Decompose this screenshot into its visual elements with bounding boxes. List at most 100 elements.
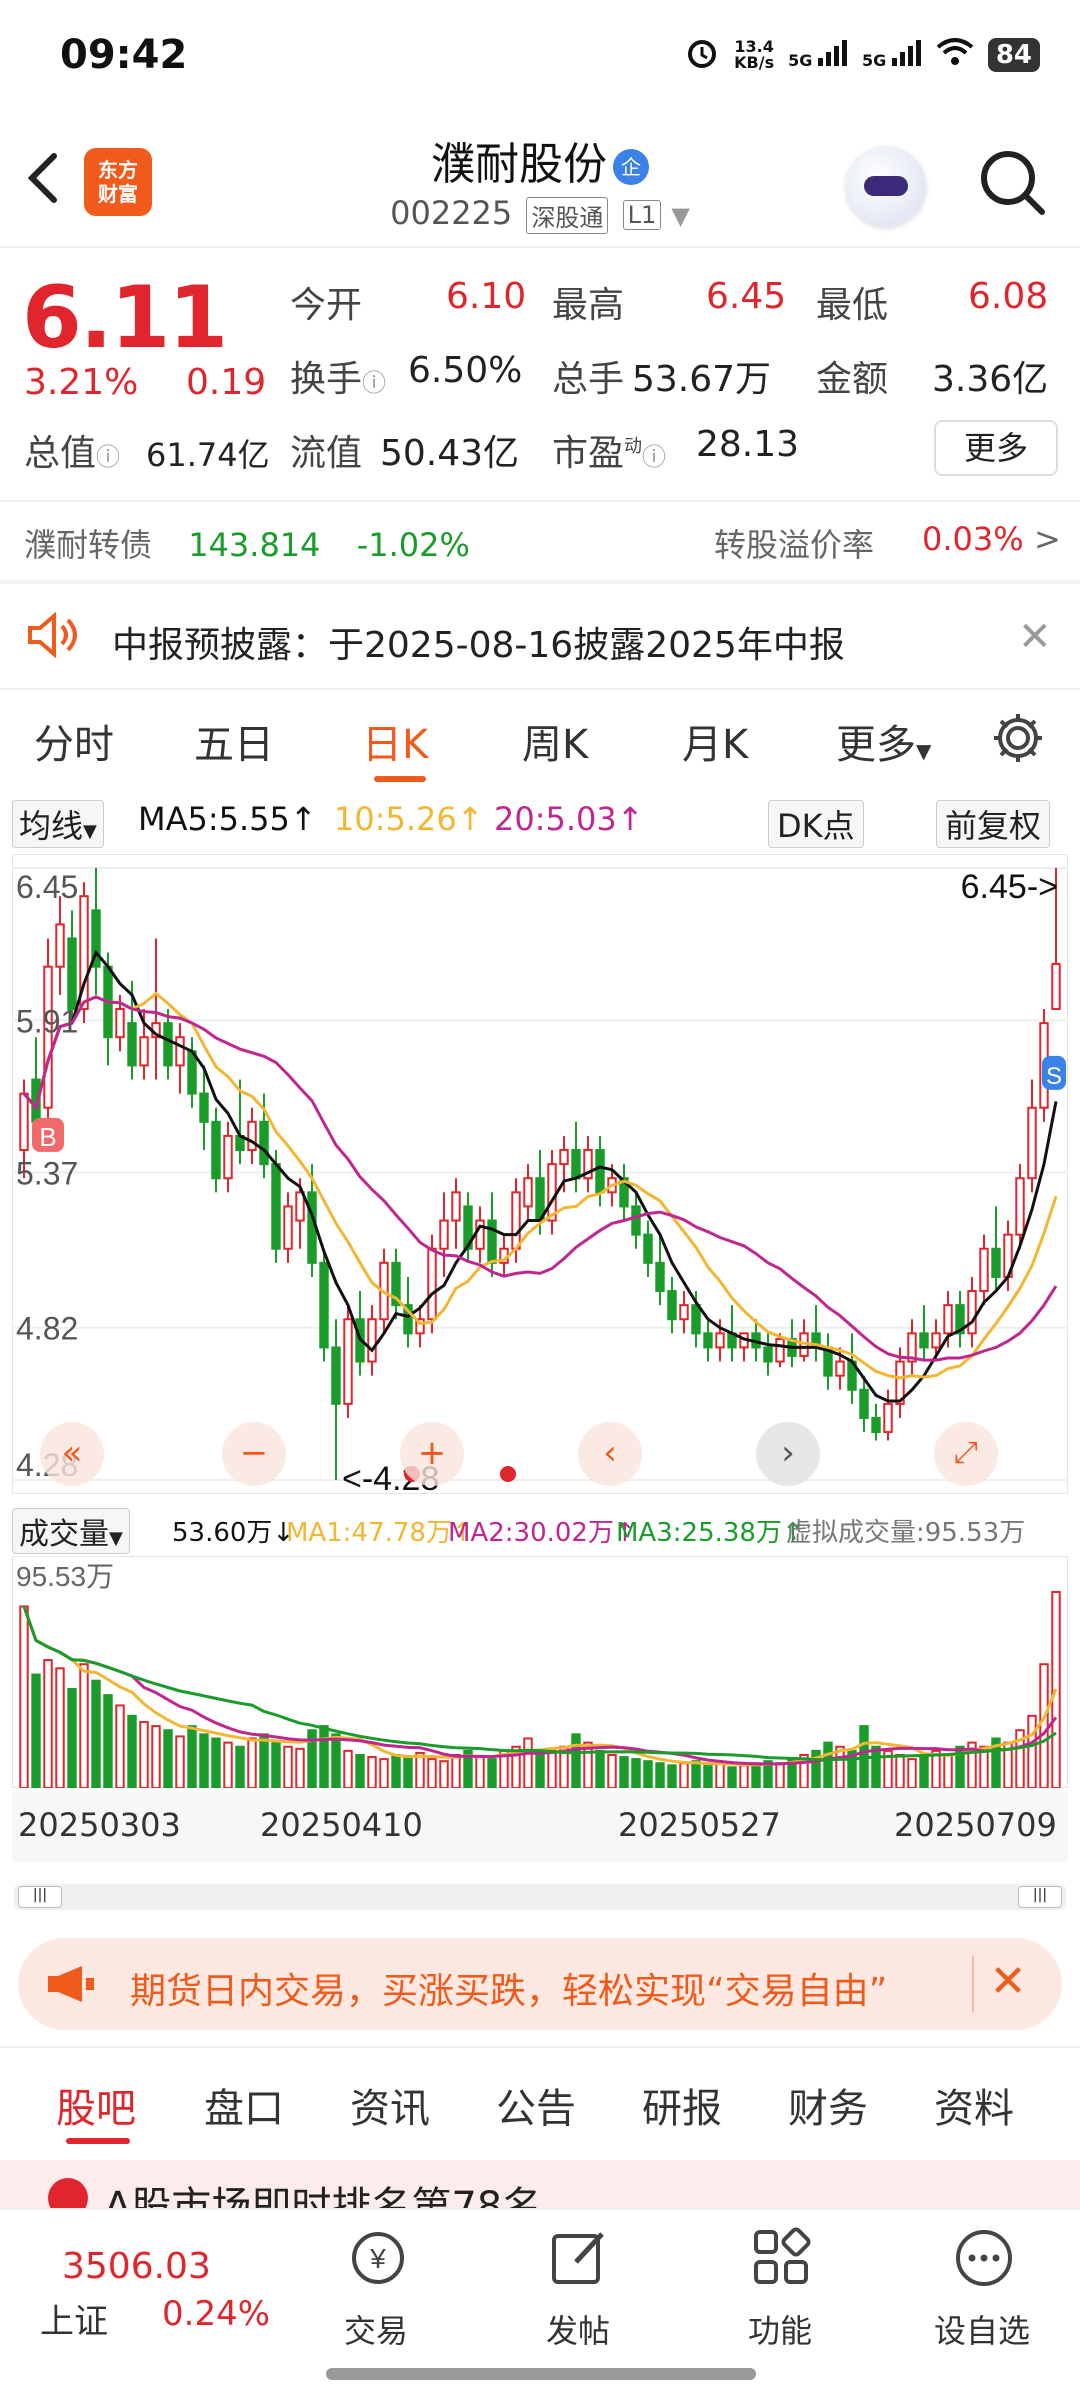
tab-research[interactable]: 研报 [642,2076,722,2134]
index-change[interactable]: 0.24% [162,2294,270,2334]
info-icon: ⓘ [362,369,387,397]
volume-bar [175,1735,185,1788]
candle-body [271,1163,281,1250]
sell-marker-label: S [1046,1063,1062,1090]
volume-bar [295,1747,305,1788]
svg-text:¥: ¥ [369,2243,386,2274]
candle-body [343,1318,353,1405]
chevron-right-icon: > [1034,520,1061,558]
y-tick-label: 6.45 [16,869,78,905]
speaker-icon [26,611,82,662]
high-price-label: 6.45-> [961,868,1058,906]
tab-financials[interactable]: 财务 [788,2076,868,2134]
date-label: 20250709 [894,1806,1057,1844]
volume-bar [715,1762,725,1788]
volume-selector[interactable]: 成交量▼ [12,1508,130,1554]
trade-icon[interactable]: ¥ [338,2218,418,2298]
zoom-out-button[interactable]: − [222,1422,286,1486]
volume-bar [31,1673,41,1788]
zoom-out-far-button[interactable]: « [40,1422,104,1486]
candle-body [55,923,65,968]
feed-peek[interactable]: A股市场即时排名第78名 [0,2160,1080,2208]
zoom-in-button[interactable]: + [400,1422,464,1486]
close-ad-icon[interactable]: ✕ [972,1956,1042,2012]
fullscreen-icon[interactable]: ⤢ [934,1422,998,1486]
volume-bar [643,1760,653,1788]
nav-add-watchlist[interactable]: 设自选 [912,2306,1052,2352]
tab-news[interactable]: 资讯 [350,2076,430,2134]
nav-post[interactable]: 发帖 [508,2306,648,2352]
volume-bar [271,1741,281,1788]
index-value[interactable]: 3506.03 [62,2246,211,2287]
tab-monthly-k[interactable]: 月K [682,712,748,770]
candle-body [931,1332,941,1349]
tab-daily-k[interactable]: 日K [362,712,428,770]
candle-body [595,1149,605,1194]
signal-icon-1: 5G [788,40,848,70]
index-name[interactable]: 上证 [40,2294,108,2343]
notice-text[interactable]: 中报预披露：于2025-08-16披露2025年中报 [112,616,845,668]
volume-max-label: 95.53万 [16,1561,114,1592]
candle-body [451,1191,461,1222]
y-tick-label: 5.91 [16,1003,78,1039]
candle-body [115,1008,125,1039]
tab-weekly-k[interactable]: 周K [522,712,588,770]
tab-order-book[interactable]: 盘口 [204,2076,284,2134]
volume-chart[interactable]: 95.53万 [12,1556,1068,1788]
candle-body [139,1036,149,1067]
info-icon: ⓘ [96,443,121,471]
more-quote-button[interactable]: 更多 [934,420,1058,476]
candle-body [919,1332,929,1349]
scroll-right-button[interactable]: › [756,1422,820,1486]
volume-bar [199,1733,209,1788]
megaphone-icon [44,1964,96,2008]
slider-left-handle[interactable]: ||| [18,1886,62,1908]
wifi-icon [936,37,974,73]
volume-bar [703,1764,713,1788]
apps-icon[interactable] [742,2218,822,2298]
tab-intraday[interactable]: 分时 [34,712,114,770]
volume-bar [547,1749,557,1788]
candle-body [943,1304,953,1335]
signal-icon-2: 5G [862,40,922,70]
volume-bar [487,1758,497,1788]
tab-more[interactable]: 更多▼ [836,712,931,770]
volume-bar [679,1762,689,1788]
dk-point-button[interactable]: DK点 [768,800,864,848]
status-time: 09:42 [60,32,188,78]
gear-icon[interactable] [990,710,1046,770]
tab-announcements[interactable]: 公告 [496,2076,576,2134]
search-button[interactable] [978,148,1048,218]
slider-right-handle[interactable]: ||| [1018,1886,1062,1908]
candle-body [859,1388,869,1419]
adjust-button[interactable]: 前复权 [936,800,1051,848]
change-amount: 0.19 [186,362,267,403]
edit-icon[interactable] [540,2218,620,2298]
date-label: 20250303 [18,1806,181,1844]
ma20-value: 20:5.03↑ [494,800,644,838]
cb-premium: 0.03% [922,520,1024,558]
nav-functions[interactable]: 功能 [710,2306,850,2352]
date-label: 20250410 [260,1806,423,1844]
ad-text[interactable]: 期货日内交易，买涨买跌，轻松实现“交易自由” [130,1962,960,2014]
nav-trade[interactable]: 交易 [306,2306,446,2352]
candle-body [631,1205,641,1236]
volume-bar [607,1753,617,1788]
scroll-left-button[interactable]: ‹ [578,1422,642,1486]
tab-forum[interactable]: 股吧 [56,2076,136,2134]
more-circle-icon[interactable] [944,2218,1024,2298]
tab-profile[interactable]: 资料 [934,2076,1014,2134]
high-value: 6.45 [706,276,787,317]
close-notice-icon[interactable]: ✕ [1018,614,1052,660]
dropdown-icon[interactable]: ▼ [671,202,689,230]
kline-chart[interactable]: 6.455.915.374.824.286.45-><-4.28BS [12,854,1068,1494]
volume-bar [139,1720,149,1788]
volume-indicator-bar: 成交量▼ 53.60万↓ MA1:47.78万↑ MA2:30.02万↑ MA3… [12,1508,1068,1554]
volume-bar [379,1758,389,1788]
convertible-bond-row[interactable]: 濮耐转债 143.814 -1.02% 转股溢价率 0.03% > [24,520,1064,566]
chart-range-slider[interactable]: ||| ||| [14,1884,1066,1910]
volume-label: 总手 [552,359,625,400]
tab-five-day[interactable]: 五日 [194,712,274,770]
ai-assistant-avatar[interactable] [846,146,926,226]
ma-selector[interactable]: 均线▼ [12,800,104,848]
